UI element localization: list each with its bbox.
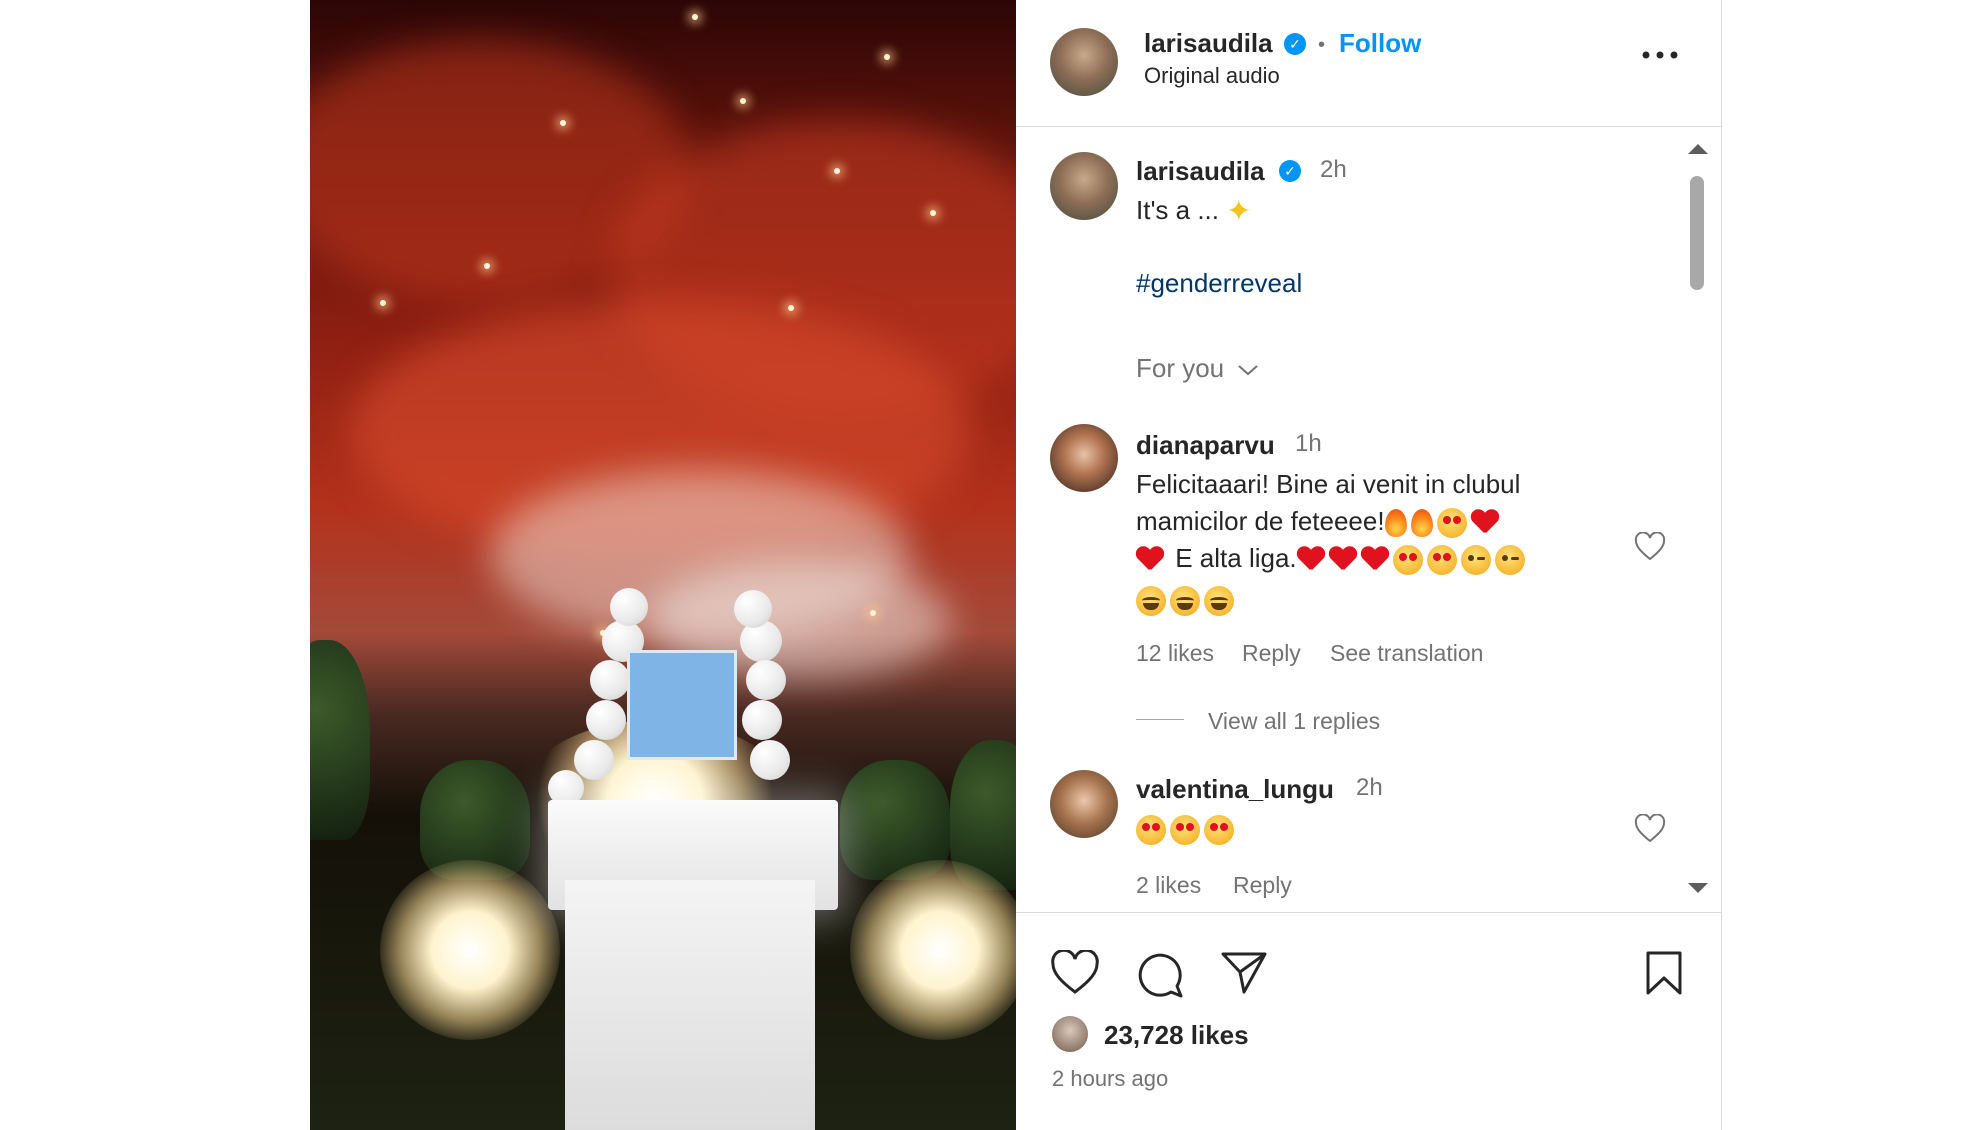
liked-by-avatar[interactable] [1050,1014,1090,1054]
more-options-icon[interactable] [1640,48,1680,62]
verified-badge-icon: ✓ [1284,33,1306,55]
comment-icon[interactable] [1135,950,1185,1003]
scroll-up-arrow-icon[interactable] [1688,144,1708,154]
follow-button[interactable]: Follow [1339,28,1421,59]
author-avatar[interactable] [1050,28,1118,96]
bookmark-icon[interactable] [1644,950,1684,1001]
balloon [574,740,614,780]
fountain-flare [380,860,560,1040]
winking-face-emoji-icon [1460,545,1491,576]
firework-spark [930,210,936,216]
heart-eyes-emoji-icon [1170,815,1200,846]
heart-eyes-emoji-icon [1204,815,1234,846]
sort-label: For you [1136,353,1225,383]
caption-hashtag-link[interactable]: #genderreveal [1136,268,1302,299]
comment-like-heart-icon[interactable] [1634,813,1666,849]
red-heart-emoji-icon [1329,547,1357,573]
heart-eyes-emoji-icon [1426,545,1457,576]
balloon [742,700,782,740]
smiling-face-emoji-icon [1170,586,1200,617]
comment-line: mamicilor de feteeee! [1136,506,1385,536]
comment-line: E alta liga. [1175,543,1297,573]
likes-count[interactable]: 23,728 likes [1104,1020,1249,1051]
caption-username[interactable]: larisaudila [1136,156,1265,187]
firework-spark [788,305,794,311]
comment-line: Felicitaaari! Bine ai venit in clubul [1136,469,1521,499]
sparkles-emoji-icon [1226,193,1256,230]
post-time-ago[interactable]: 2 hours ago [1052,1066,1168,1092]
fire-emoji-icon [1384,509,1407,538]
reveal-board [627,650,737,760]
header-separator: • [1318,34,1326,56]
caption-text-line: It's a ... [1136,192,1260,230]
firework-spark [380,300,386,306]
chevron-down-icon [1238,365,1259,376]
comment-body: Felicitaaari! Bine ai venit in clubul ma… [1136,466,1606,618]
firework-spark [560,120,566,126]
balloon [746,660,786,700]
comment-line-with-emoji: E alta liga. [1136,540,1606,577]
verified-badge-icon: ✓ [1279,160,1301,182]
comment-likes-count[interactable]: 2 likes [1136,872,1201,899]
firework-spark [484,263,490,269]
see-translation-button[interactable]: See translation [1330,640,1483,667]
balloon [610,588,648,626]
scroll-down-arrow-icon[interactable] [1688,883,1708,893]
reply-button[interactable]: Reply [1233,872,1292,899]
page-background [1722,0,1980,1130]
firework-spark [834,168,840,174]
comment-like-heart-icon[interactable] [1634,531,1666,567]
comment-sort-dropdown[interactable]: For you [1136,350,1259,387]
commenter-avatar[interactable] [1050,770,1118,838]
smiling-face-emoji-icon [1136,586,1166,617]
winking-face-emoji-icon [1494,545,1525,576]
firework-spark [692,14,698,20]
firework-spark [870,610,876,616]
balloon [590,660,630,700]
view-replies-button[interactable]: View all 1 replies [1208,708,1380,735]
heart-eyes-emoji-icon [1436,508,1467,539]
comment-line-with-emoji: mamicilor de feteeee! [1136,503,1606,540]
firework-spark [740,98,746,104]
share-icon[interactable] [1220,950,1268,1001]
comment-username[interactable]: valentina_lungu [1136,774,1334,805]
comment-timestamp: 2h [1356,774,1383,801]
firework-spark [884,54,890,60]
actions-divider [1016,912,1722,913]
caption-author-avatar[interactable] [1050,152,1118,220]
header-divider [1016,126,1722,127]
heart-eyes-emoji-icon [1392,545,1423,576]
replies-divider-line [1136,719,1184,720]
caption-text: It's a ... [1136,195,1219,225]
stage-runway [565,880,815,1130]
reply-button[interactable]: Reply [1242,640,1301,667]
audio-label[interactable]: Original audio [1144,62,1280,90]
heart-eyes-emoji-icon [1136,815,1166,846]
post-media[interactable] [310,0,1016,1130]
comment-likes-count[interactable]: 12 likes [1136,640,1214,667]
red-heart-emoji-icon [1136,547,1164,573]
scrollbar-thumb[interactable] [1690,176,1704,290]
comment-emoji-line [1136,581,1606,618]
fountain-flare [850,860,1016,1040]
author-username[interactable]: larisaudila [1144,28,1273,59]
fire-emoji-icon [1410,509,1433,538]
smiling-face-emoji-icon [1204,586,1234,617]
comment-timestamp: 1h [1295,430,1322,457]
caption-timestamp: 2h [1320,156,1347,183]
comment-body [1136,810,1238,847]
topiary-tree [310,640,370,840]
heart-icon[interactable] [1050,948,1100,1001]
balloon [586,700,626,740]
balloon [734,590,772,628]
comment-username[interactable]: dianaparvu [1136,430,1275,461]
commenter-avatar[interactable] [1050,424,1118,492]
red-heart-emoji-icon [1297,547,1325,573]
balloon [750,740,790,780]
red-heart-emoji-icon [1471,510,1499,536]
red-heart-emoji-icon [1361,547,1389,573]
